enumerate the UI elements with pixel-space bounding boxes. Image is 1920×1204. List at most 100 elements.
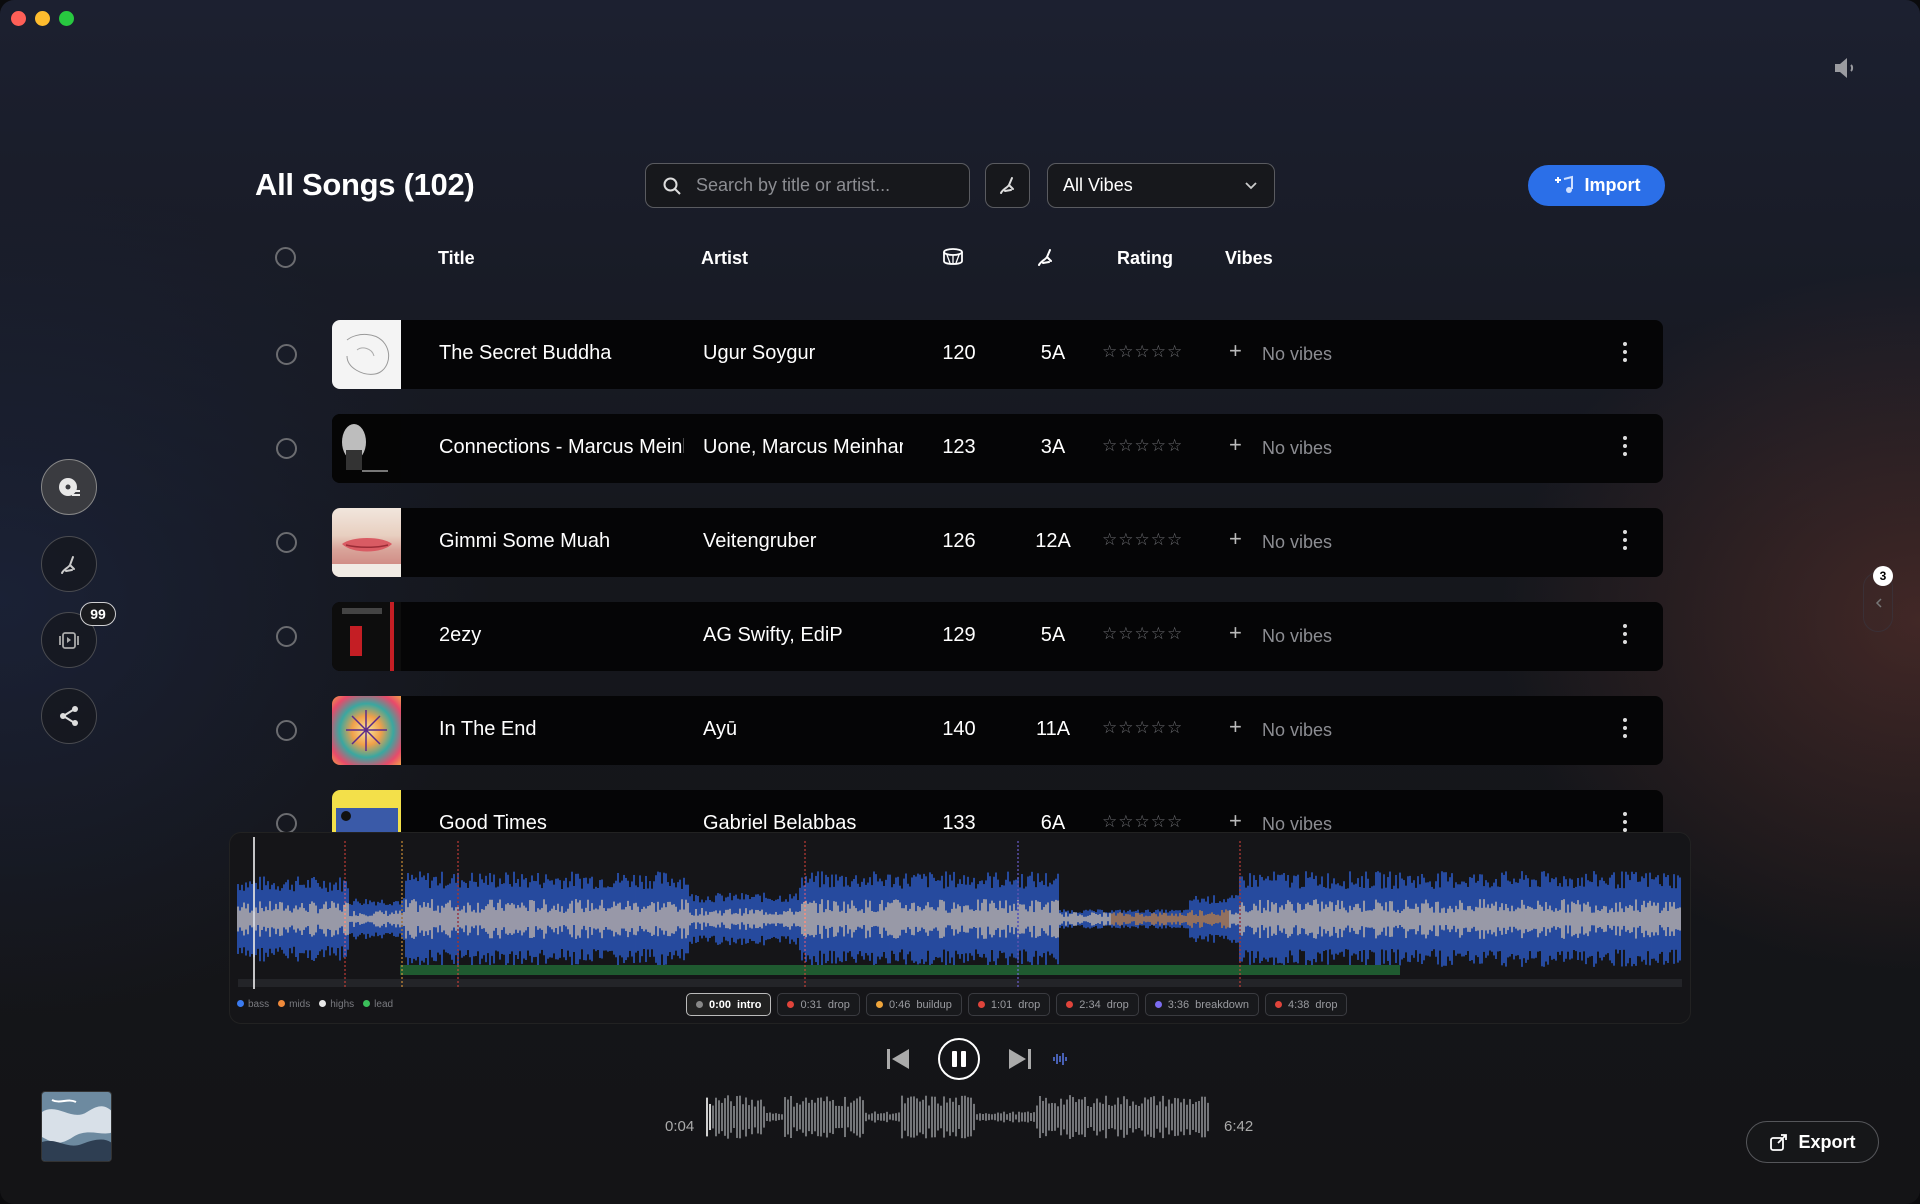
cue-point[interactable]: 0:31 drop — [777, 993, 860, 1016]
cue-points-list: 0:00 intro 0:31 drop 0:46 buildup 1:01 drop … — [686, 993, 1348, 1016]
more-options-icon[interactable] — [1620, 624, 1630, 648]
add-vibe-icon[interactable]: + — [1229, 808, 1242, 834]
album-art — [332, 320, 401, 389]
more-options-icon[interactable] — [1620, 718, 1630, 742]
now-playing-artwork[interactable] — [41, 1091, 112, 1162]
col-header-vibes[interactable]: Vibes — [1225, 248, 1273, 269]
cue-time: 3:36 — [1167, 998, 1190, 1011]
col-header-title[interactable]: Title — [438, 248, 475, 269]
song-row[interactable]: In The End Ayū 140 11A ☆☆☆☆☆ + No vibes — [332, 696, 1663, 765]
song-key: 5A — [1040, 342, 1066, 364]
side-panel-badge: 3 — [1873, 566, 1893, 586]
export-button[interactable]: Export — [1746, 1121, 1879, 1163]
song-bpm: 140 — [942, 718, 976, 740]
cue-point[interactable]: 1:01 drop — [967, 993, 1051, 1016]
vibes-filter-value: All Vibes — [1063, 175, 1133, 195]
more-options-icon[interactable] — [1620, 530, 1630, 554]
waveform-toggle-icon[interactable] — [1052, 1051, 1068, 1067]
cue-point[interactable]: 4:38 drop — [1265, 993, 1348, 1016]
song-title: In The End — [439, 718, 537, 740]
minimize-window-button[interactable] — [35, 11, 50, 26]
track-progress-waveform[interactable] — [705, 1093, 1213, 1141]
cue-time: 0:31 — [800, 998, 822, 1011]
more-options-icon[interactable] — [1620, 436, 1630, 460]
song-artist: Uone, Marcus Meinhardt — [703, 436, 903, 458]
previous-track-icon[interactable] — [885, 1047, 911, 1071]
row-checkbox[interactable] — [276, 813, 297, 834]
row-checkbox[interactable] — [276, 344, 297, 365]
add-vibe-icon[interactable]: + — [1229, 714, 1242, 740]
song-row[interactable]: The Secret Buddha Ugur Soygur 120 5A ☆☆☆… — [332, 320, 1663, 389]
sidebar-share-button[interactable] — [41, 688, 97, 744]
more-options-icon[interactable] — [1620, 342, 1630, 366]
song-row[interactable]: Gimmi Some Muah Veitengruber 126 12A ☆☆☆… — [332, 508, 1663, 577]
trumpet-icon[interactable] — [1034, 245, 1058, 269]
import-label: Import — [1584, 175, 1641, 195]
song-vibes: No vibes — [1262, 720, 1333, 740]
song-vibes: No vibes — [1262, 438, 1333, 458]
close-window-button[interactable] — [11, 11, 26, 26]
song-artist: AG Swifty, EdiP — [703, 624, 843, 646]
song-rating[interactable]: ☆☆☆☆☆ — [1102, 530, 1183, 550]
cue-time: 1:01 — [990, 998, 1013, 1011]
add-vibe-icon[interactable]: + — [1229, 526, 1242, 552]
cue-label: breakdown — [1195, 998, 1249, 1011]
import-music-icon — [1554, 175, 1573, 193]
cue-point[interactable]: 0:46 buildup — [865, 993, 962, 1016]
select-all-checkbox[interactable] — [275, 247, 296, 268]
col-header-artist[interactable]: Artist — [701, 248, 748, 269]
search-input[interactable] — [696, 175, 956, 196]
album-art — [332, 696, 401, 765]
song-bpm: 120 — [942, 342, 976, 364]
cue-time: 4:38 — [1288, 998, 1310, 1011]
song-bpm: 129 — [942, 624, 976, 646]
pause-icon — [952, 1051, 966, 1067]
add-vibe-icon[interactable]: + — [1229, 338, 1242, 364]
add-vibe-icon[interactable]: + — [1229, 432, 1242, 458]
play-pause-button[interactable] — [938, 1038, 980, 1080]
row-checkbox[interactable] — [276, 626, 297, 647]
trumpet-icon — [61, 556, 75, 574]
elapsed-time: 0:04 — [665, 1118, 695, 1135]
export-label: Export — [1798, 1131, 1856, 1152]
song-row[interactable]: 2ezy AG Swifty, EdiP 129 5A ☆☆☆☆☆ + No v… — [332, 602, 1663, 671]
cue-point[interactable]: 2:34 drop — [1056, 993, 1139, 1016]
row-checkbox[interactable] — [276, 532, 297, 553]
song-key: 11A — [1035, 718, 1071, 740]
cue-point[interactable]: 0:00 intro — [686, 993, 772, 1016]
import-button[interactable]: Import — [1528, 165, 1665, 206]
song-rating[interactable]: ☆☆☆☆☆ — [1102, 718, 1183, 738]
song-rating[interactable]: ☆☆☆☆☆ — [1102, 436, 1183, 456]
sidebar-instruments-button[interactable] — [41, 536, 97, 592]
sidebar-library-button[interactable] — [41, 459, 97, 515]
song-bpm: 123 — [942, 436, 976, 458]
export-icon — [1770, 1134, 1788, 1151]
legend-highs: highs — [319, 999, 354, 1010]
playlist-icon — [59, 632, 79, 649]
song-rating[interactable]: ☆☆☆☆☆ — [1102, 624, 1183, 644]
vibes-filter-select[interactable]: All Vibes — [1047, 163, 1275, 208]
song-key: 12A — [1035, 530, 1071, 552]
col-header-rating[interactable]: Rating — [1117, 248, 1173, 269]
song-rating[interactable]: ☆☆☆☆☆ — [1102, 812, 1183, 832]
drum-icon[interactable] — [941, 245, 965, 269]
search-box[interactable] — [645, 163, 970, 208]
share-icon — [60, 706, 78, 726]
cue-label: drop — [827, 998, 850, 1011]
volume-icon[interactable] — [1832, 55, 1860, 81]
song-row[interactable]: Connections - Marcus Meinhardt Remix Uon… — [332, 414, 1663, 483]
waveform-display[interactable] — [230, 833, 1692, 993]
cue-point[interactable]: 3:36 breakdown — [1144, 993, 1259, 1016]
zoom-window-button[interactable] — [59, 11, 74, 26]
queue-count-badge: 99 — [80, 602, 116, 626]
waveform-legend: bass mids highs lead — [237, 999, 393, 1010]
song-artist: Veitengruber — [703, 530, 817, 552]
row-checkbox[interactable] — [276, 438, 297, 459]
total-duration: 6:42 — [1224, 1118, 1254, 1135]
song-rating[interactable]: ☆☆☆☆☆ — [1102, 342, 1183, 362]
row-checkbox[interactable] — [276, 720, 297, 741]
add-vibe-icon[interactable]: + — [1229, 620, 1242, 646]
song-title: Gimmi Some Muah — [439, 530, 611, 552]
key-filter-button[interactable] — [985, 163, 1030, 208]
next-track-icon[interactable] — [1007, 1047, 1033, 1071]
